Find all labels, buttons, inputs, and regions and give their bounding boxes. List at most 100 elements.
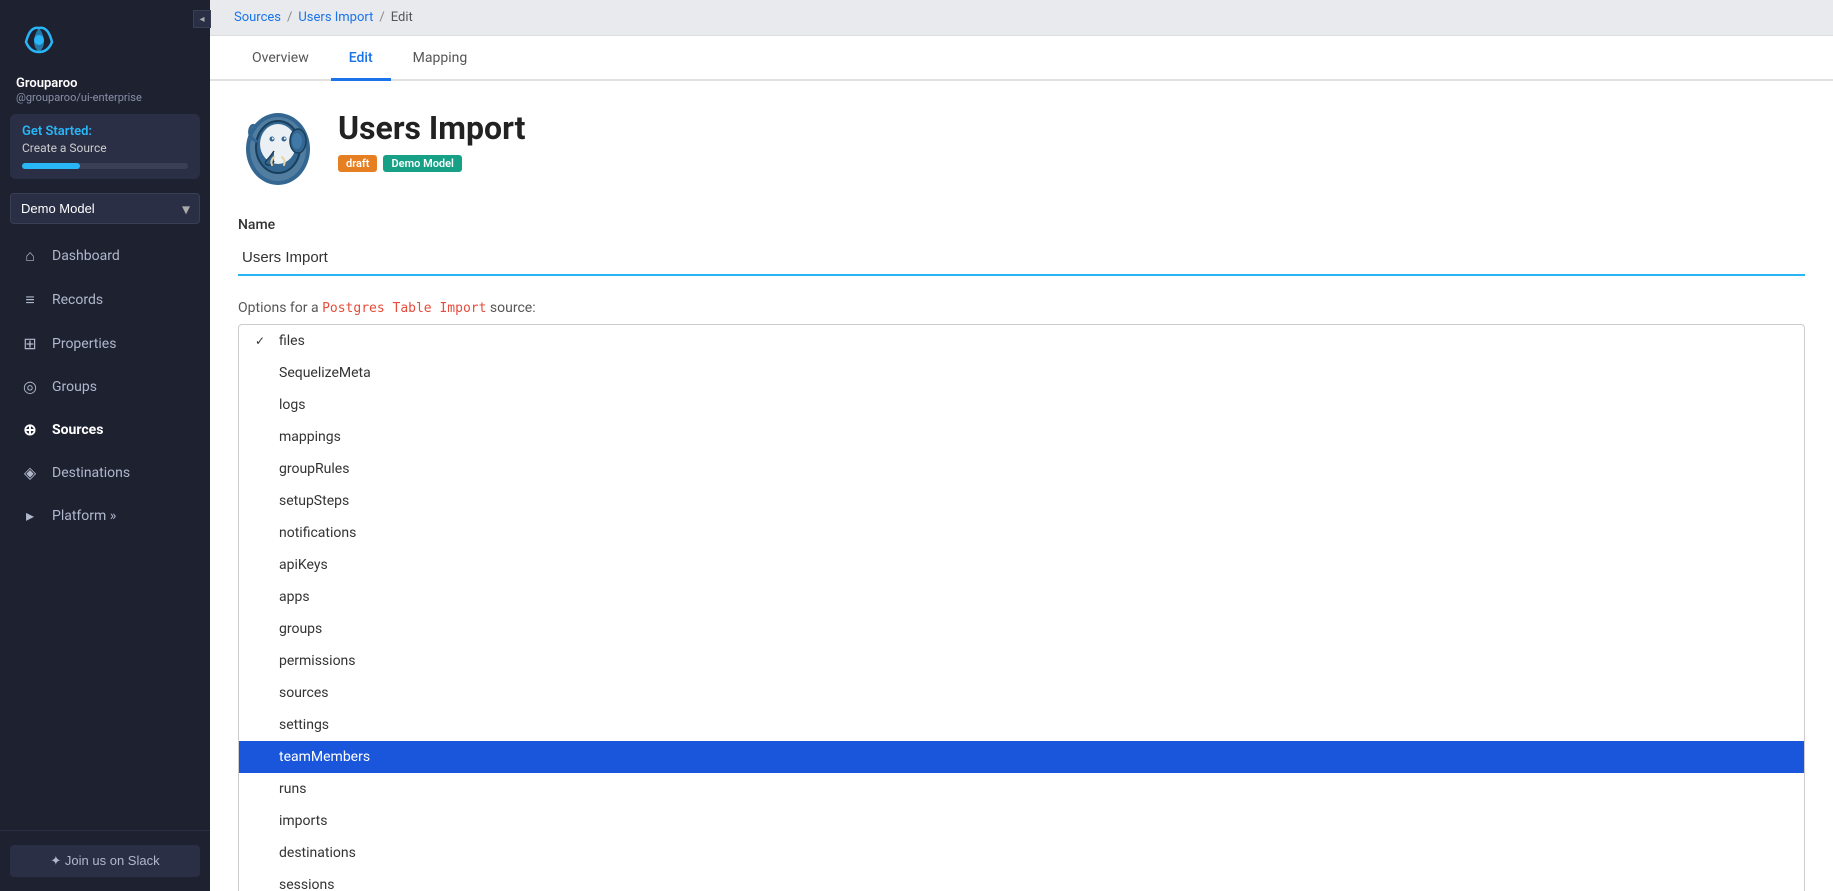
list-item[interactable]: notifications [239,517,1804,549]
sidebar-item-records[interactable]: ≡ Records [0,278,210,322]
dropdown-item-label: imports [279,813,327,829]
dropdown-item-label: setupSteps [279,493,349,509]
get-started-title: Get Started: [22,124,188,139]
sidebar-item-label: Destinations [52,465,130,481]
list-item[interactable]: sources [239,677,1804,709]
platform-icon: ▸ [20,506,40,525]
sidebar-item-label: Sources [52,422,103,438]
source-info: Users Import draft Demo Model [338,109,525,172]
breadcrumb-sep-2: / [379,10,384,25]
options-source-type: Postgres Table Import [322,301,486,316]
list-item[interactable]: apps [239,581,1804,613]
progress-bar-background [22,163,188,169]
dashboard-icon: ⌂ [20,246,40,266]
tabs-bar: Overview Edit Mapping [210,36,1833,81]
grouparoo-logo [16,14,62,60]
tab-mapping[interactable]: Mapping [395,36,486,81]
sidebar-item-label: Properties [52,336,116,352]
sidebar-footer: ✦ Join us on Slack [0,830,210,891]
table-dropdown-list[interactable]: ✓ files SequelizeMeta logs mappings groupRule… [238,324,1805,891]
dropdown-item-label: destinations [279,845,356,861]
options-form-section: Options for a Postgres Table Import sour… [238,300,1805,891]
breadcrumb: Sources / Users Import / Edit [210,0,1833,36]
name-form-section: Name [238,217,1805,276]
breadcrumb-sources[interactable]: Sources [234,10,281,25]
dropdown-item-label: settings [279,717,329,733]
model-select-wrapper[interactable]: Demo Model Other Model [10,193,200,224]
dropdown-item-label: permissions [279,653,356,669]
slack-label: ✦ Join us on Slack [50,853,159,869]
main-content: Sources / Users Import / Edit Overview E… [210,0,1833,891]
dropdown-item-label: logs [279,397,305,413]
properties-icon: ⊞ [20,334,40,353]
sidebar-collapse-button[interactable]: ◂ [193,10,211,28]
sidebar-item-properties[interactable]: ⊞ Properties [0,322,210,365]
dropdown-item-label: teamMembers [279,749,370,765]
list-item[interactable]: apiKeys [239,549,1804,581]
badge-demo-model: Demo Model [383,155,461,172]
list-item[interactable]: settings [239,709,1804,741]
sidebar-item-label: Dashboard [52,248,120,264]
list-item[interactable]: groups [239,613,1804,645]
tab-overview[interactable]: Overview [234,36,327,81]
breadcrumb-sep-1: / [287,10,292,25]
check-mark-icon: ✓ [255,334,271,348]
list-item[interactable]: runs [239,773,1804,805]
list-item[interactable]: SequelizeMeta [239,357,1804,389]
options-label-suffix: source: [490,300,536,316]
sidebar-item-platform[interactable]: ▸ Platform » [0,494,210,537]
dropdown-item-label: groupRules [279,461,349,477]
get-started-box: Get Started: Create a Source [10,114,200,179]
breadcrumb-users-import[interactable]: Users Import [298,10,373,25]
user-name: Grouparoo [16,76,194,91]
dropdown-item-label: apiKeys [279,557,328,573]
sidebar-item-dashboard[interactable]: ⌂ Dashboard [0,234,210,278]
get-started-subtitle: Create a Source [22,141,188,155]
sources-icon: ⊕ [20,420,40,439]
sidebar-item-label: Records [52,292,103,308]
dropdown-item-label: groups [279,621,322,637]
groups-icon: ◎ [20,377,40,396]
tab-edit[interactable]: Edit [331,36,391,81]
list-item[interactable]: imports [239,805,1804,837]
list-item[interactable]: ✓ files [239,325,1804,357]
dropdown-item-label: runs [279,781,306,797]
source-header: Users Import draft Demo Model [238,109,1805,189]
dropdown-item-label: apps [279,589,310,605]
sidebar-item-groups[interactable]: ◎ Groups [0,365,210,408]
source-badges: draft Demo Model [338,155,525,172]
sidebar: ◂ Grouparoo @grouparoo/ui-enterprise Get… [0,0,210,891]
list-item[interactable]: sessions [239,869,1804,891]
badge-draft: draft [338,155,377,172]
source-title: Users Import [338,109,525,147]
dropdown-item-label: notifications [279,525,356,541]
list-item[interactable]: setupSteps [239,485,1804,517]
dropdown-item-label: SequelizeMeta [279,365,371,381]
list-item[interactable]: permissions [239,645,1804,677]
list-item[interactable]: logs [239,389,1804,421]
list-item[interactable]: destinations [239,837,1804,869]
sidebar-item-label: Platform » [52,508,116,524]
name-input[interactable] [238,241,1805,276]
list-item[interactable]: mappings [239,421,1804,453]
model-select[interactable]: Demo Model Other Model [10,193,200,224]
options-label-text: Options for a [238,300,319,316]
slack-button[interactable]: ✦ Join us on Slack [10,845,200,877]
records-icon: ≡ [20,290,40,310]
sidebar-item-destinations[interactable]: ◈ Destinations [0,451,210,494]
content-area: Users Import draft Demo Model Name Optio… [210,81,1833,891]
postgres-logo [238,109,318,189]
breadcrumb-current: Edit [391,10,413,25]
list-item[interactable]: teamMembers [239,741,1804,773]
dropdown-item-label: mappings [279,429,341,445]
sidebar-item-sources[interactable]: ⊕ Sources [0,408,210,451]
list-item[interactable]: groupRules [239,453,1804,485]
destinations-icon: ◈ [20,463,40,482]
progress-bar-fill [22,163,80,169]
sidebar-nav: ⌂ Dashboard ≡ Records ⊞ Properties ◎ Gro… [0,234,210,830]
dropdown-item-label: files [279,333,305,349]
sidebar-user-info: Grouparoo @grouparoo/ui-enterprise [0,70,210,114]
name-label: Name [238,217,1805,233]
sidebar-header: ◂ [0,0,210,70]
dropdown-item-label: sources [279,685,329,701]
